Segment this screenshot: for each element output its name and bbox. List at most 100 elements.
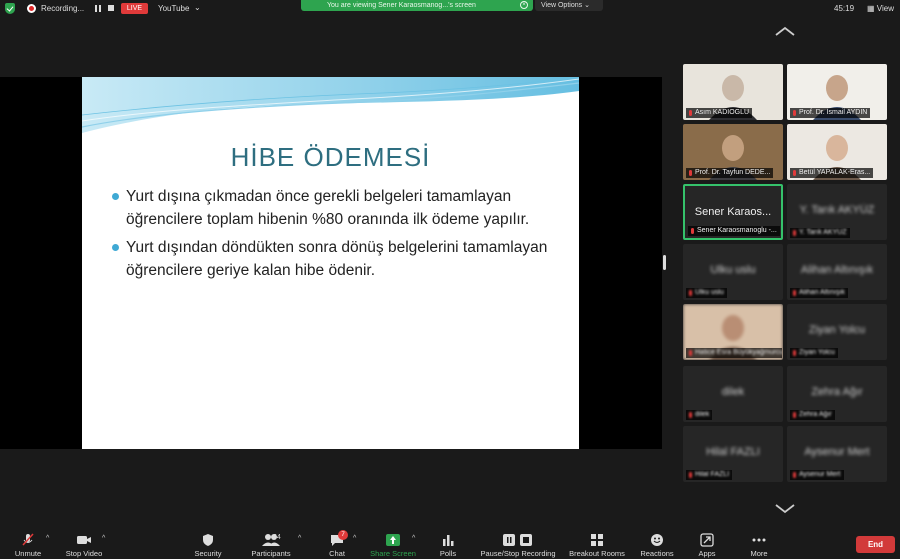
muted-mic-icon	[689, 170, 692, 176]
participants-button[interactable]: 64 Participants	[245, 529, 297, 559]
participant-name-tag: Prof. Dr. Tayfun DEDE...	[686, 168, 774, 178]
chevron-down-icon[interactable]: ⌄	[194, 3, 201, 12]
participant-name-tag: Aysenur Mert	[790, 470, 844, 480]
share-screen-button[interactable]: Share Screen	[368, 529, 418, 559]
live-badge: LIVE	[121, 3, 148, 14]
participant-tile[interactable]: Alihan Altınışık Alihan Altınışık	[787, 244, 887, 300]
unmute-button[interactable]: Unmute	[8, 529, 48, 559]
chevron-up-icon[interactable]: ^	[102, 535, 105, 542]
breakout-rooms-label: Breakout Rooms	[569, 549, 625, 558]
participant-tile[interactable]: Y. Tarık AKYÜZ Y. Tarık AKYÜZ	[787, 184, 887, 240]
participant-tile[interactable]: Ziyan Yolcu Ziyan Yolcu	[787, 304, 887, 360]
participant-tile[interactable]: Hilal FAZLI Hilal FAZLI	[683, 426, 783, 482]
participant-tile[interactable]: Aysenur Mert Aysenur Mert	[787, 426, 887, 482]
youtube-label[interactable]: YouTube	[158, 4, 189, 13]
participant-name: Y. Tarık AKYÜZ	[799, 229, 847, 236]
participant-name: Betül YAPALAK-Eras...	[799, 169, 871, 176]
participant-center-name: Sener Karaos...	[694, 206, 772, 218]
pause-stop-recording-label: Pause/Stop Recording	[480, 549, 556, 558]
security-button[interactable]: Security	[188, 529, 228, 559]
participant-name-tag: Hilal FAZLI	[686, 470, 733, 480]
participant-name-tag: Alihan Altınışık	[790, 288, 848, 298]
recording-controls-icon	[501, 533, 535, 547]
muted-mic-icon	[793, 412, 796, 418]
more-button[interactable]: More	[744, 529, 774, 559]
stop-recording-icon[interactable]	[108, 5, 114, 11]
stop-video-button[interactable]: Stop Video	[60, 529, 108, 559]
participant-name: Sener Karaosmanoglu -...	[697, 227, 777, 234]
muted-mic-icon	[689, 472, 692, 478]
chevron-up-icon[interactable]: ^	[46, 535, 49, 542]
chevron-up-icon[interactable]: ^	[298, 535, 301, 542]
meeting-toolbar: Unmute ^ Stop Video ^ Security 64 Partic…	[0, 529, 900, 559]
participant-name: Alihan Altınışık	[799, 289, 845, 296]
participant-tile[interactable]: Ulku uslu Ulku uslu	[683, 244, 783, 300]
recording-icon	[27, 4, 36, 13]
participant-center-name: Y. Tarık AKYÜZ	[799, 204, 875, 216]
muted-mic-icon	[793, 110, 796, 116]
participant-tile[interactable]: dilek dilek	[683, 366, 783, 422]
participants-count: 64	[273, 534, 281, 541]
more-label: More	[750, 549, 768, 558]
more-dots-icon	[752, 538, 766, 542]
view-button[interactable]: ▦ View	[867, 4, 894, 13]
chevron-up-icon[interactable]: ^	[353, 535, 356, 542]
participant-center-name: Aysenur Mert	[804, 446, 870, 458]
participant-center-name: dilek	[721, 386, 745, 398]
smiley-icon	[651, 534, 663, 546]
participant-tile[interactable]: Zehra Ağır Zehra Ağır	[787, 366, 887, 422]
pause-stop-icon	[503, 534, 532, 546]
slide-bullet: Yurt dışından döndükten sonra dönüş belg…	[112, 236, 552, 282]
close-icon[interactable]: ×	[520, 1, 528, 9]
chevron-up-icon[interactable]	[774, 25, 796, 37]
muted-mic-icon	[793, 290, 796, 296]
participant-name-tag: Hatice Esra Büyükyağmurcu	[686, 348, 782, 358]
reactions-label: Reactions	[640, 549, 674, 558]
polls-icon	[443, 535, 454, 546]
muted-mic-icon	[691, 228, 694, 234]
zoom-meeting-window: Recording... LIVE YouTube ⌄ You are view…	[0, 0, 900, 559]
participant-name: Prof. Dr. İsmail AYDIN	[799, 109, 868, 116]
view-options-label: View Options	[541, 2, 583, 9]
participant-name: Hatice Esra Büyükyağmurcu	[695, 349, 782, 356]
participant-tile[interactable]: Prof. Dr. İsmail AYDIN	[787, 64, 887, 120]
participant-tile[interactable]: Sener Karaos... Sener Karaosmanoglu -...	[683, 184, 783, 240]
chevron-up-icon[interactable]: ^	[412, 535, 415, 542]
grid-icon: ▦	[867, 4, 875, 13]
stop-video-label: Stop Video	[65, 549, 103, 558]
participant-name-tag: Betül YAPALAK-Eras...	[790, 168, 874, 178]
security-shield-icon[interactable]	[5, 3, 15, 14]
muted-mic-icon	[689, 350, 692, 356]
breakout-rooms-button[interactable]: Breakout Rooms	[566, 529, 628, 559]
pause-recording-icon[interactable]	[95, 5, 101, 12]
participant-tile[interactable]: Asım KADIOGLU	[683, 64, 783, 120]
participant-center-name: Hilal FAZLI	[706, 446, 760, 458]
end-meeting-button[interactable]: End	[856, 536, 895, 553]
slide-bullet: Yurt dışına çıkmadan önce gerekli belgel…	[112, 185, 552, 231]
muted-mic-icon	[793, 350, 796, 356]
participant-name-tag: Zehra Ağır	[790, 410, 835, 420]
participant-center-name: Ulku uslu	[710, 264, 756, 276]
participant-tile[interactable]: Hatice Esra Büyükyağmurcu	[683, 304, 783, 360]
participant-name-tag: Sener Karaosmanoglu -...	[688, 226, 780, 236]
shield-icon	[203, 534, 213, 546]
chat-label: Chat	[329, 549, 345, 558]
viewing-screen-banner: You are viewing Sener Karaosmanog...'s s…	[301, 0, 533, 11]
polls-label: Polls	[439, 549, 457, 558]
pause-stop-recording-button[interactable]: Pause/Stop Recording	[478, 529, 558, 559]
resize-handle[interactable]	[663, 255, 666, 270]
apps-button[interactable]: Apps	[692, 529, 722, 559]
participant-name-tag: Ziyan Yolcu	[790, 348, 838, 358]
polls-button[interactable]: Polls	[433, 529, 463, 559]
muted-mic-icon	[689, 290, 692, 296]
participant-tile[interactable]: Betül YAPALAK-Eras...	[787, 124, 887, 180]
participant-name-tag: Prof. Dr. İsmail AYDIN	[790, 108, 871, 118]
participant-name-tag: Asım KADIOGLU	[686, 108, 753, 118]
participant-tile[interactable]: Prof. Dr. Tayfun DEDE...	[683, 124, 783, 180]
slide-bullet-list: Yurt dışına çıkmadan önce gerekli belgel…	[112, 185, 552, 287]
view-options-button[interactable]: View Options ⌄	[535, 0, 603, 11]
participant-center-name: Ziyan Yolcu	[808, 324, 866, 336]
participant-name-tag: Y. Tarık AKYÜZ	[790, 228, 850, 238]
reactions-button[interactable]: Reactions	[637, 529, 677, 559]
chevron-down-icon[interactable]	[774, 503, 796, 515]
